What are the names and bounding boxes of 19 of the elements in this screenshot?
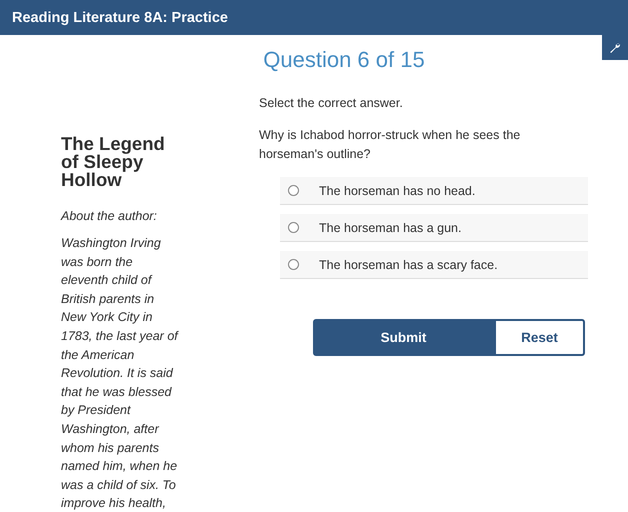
reset-button[interactable]: Reset [494, 319, 585, 356]
option-label: The horseman has a gun. [319, 220, 462, 234]
submit-button[interactable]: Submit [313, 319, 494, 356]
passage-subtitle: About the author: [61, 209, 158, 223]
radio-button[interactable] [288, 222, 299, 233]
option-label: The horseman has no head. [319, 184, 476, 198]
instruction-text: Select the correct answer. [259, 96, 404, 110]
radio-button[interactable] [288, 259, 299, 270]
passage-title: The Legend of Sleepy Hollow [61, 135, 166, 189]
wrench-icon[interactable] [602, 35, 628, 60]
question-text: Why is Ichabod horror-struck when he sees the horseman's outline? [259, 127, 522, 163]
radio-button[interactable] [288, 185, 299, 196]
question-heading: Question 6 of 15 [262, 47, 426, 73]
answer-option[interactable]: The horseman has a gun. [280, 214, 588, 242]
answer-option[interactable]: The horseman has no head. [280, 177, 588, 205]
page-title: Reading Literature 8A: Practice [12, 10, 228, 26]
passage-text: Washington Irving was born the eleventh child of British parents in New York City in 1783, the last year of the American Revolution. It is said that he was blessed by President Washington, after whom his parents named him, when he was a child of six. To improve his health, [61, 235, 179, 512]
option-label: The horseman has a scary face. [319, 258, 498, 272]
answer-option[interactable]: The horseman has a scary face. [280, 251, 588, 279]
